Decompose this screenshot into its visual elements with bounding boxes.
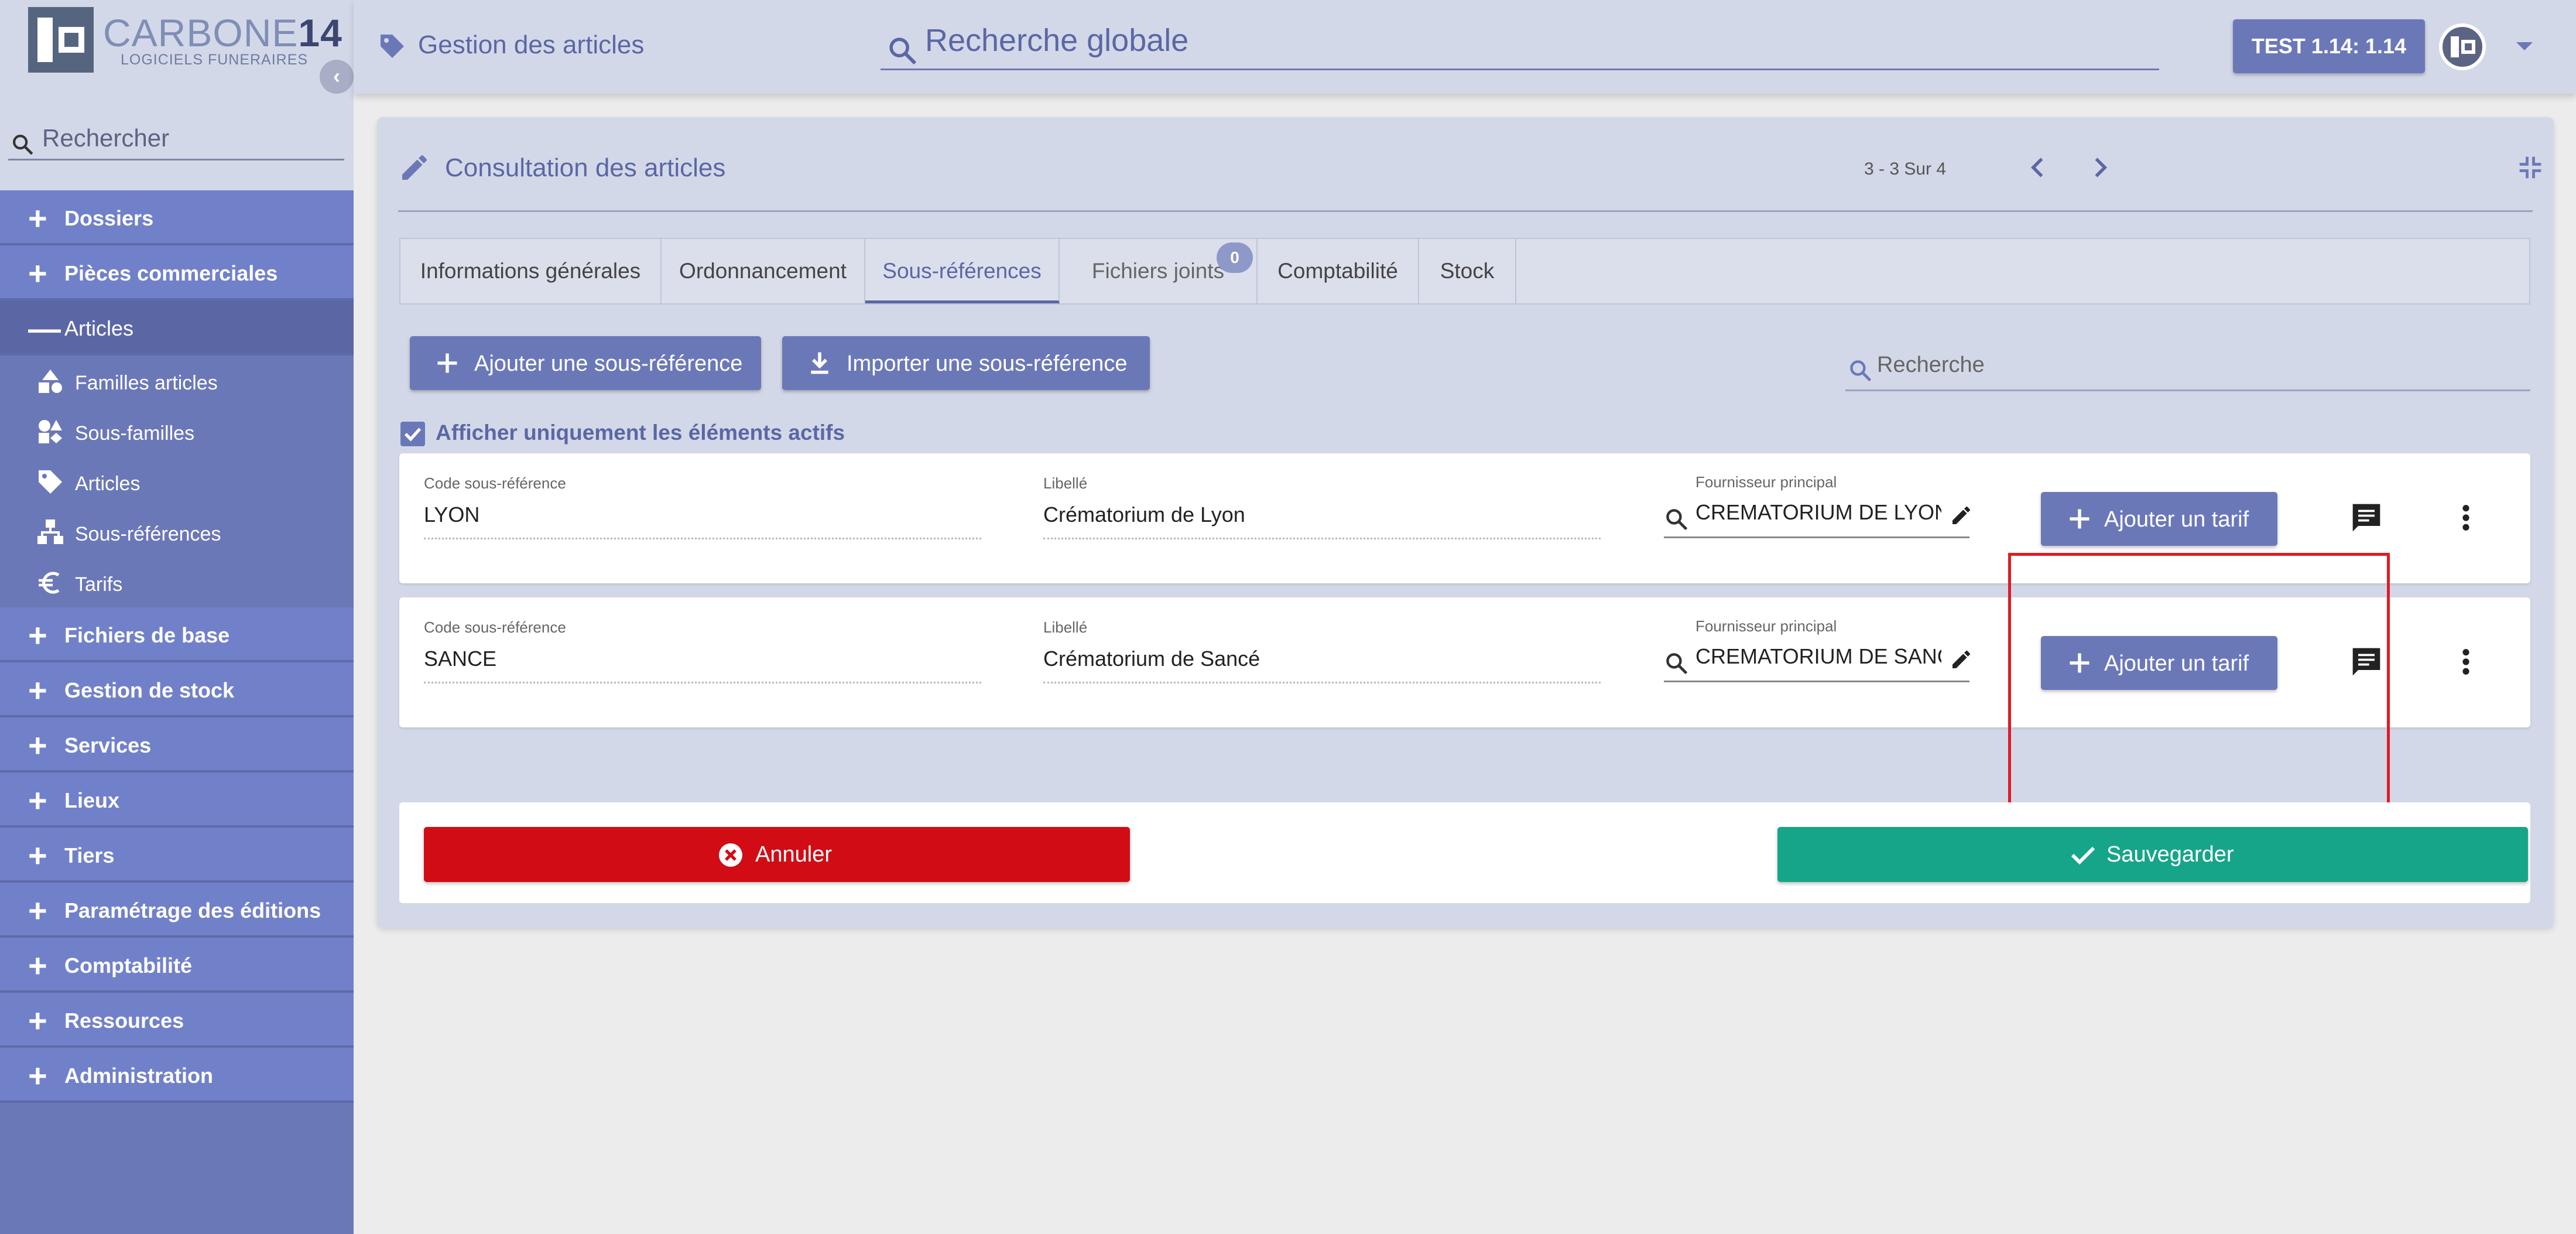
sidebar-item-administration[interactable]: + Administration: [0, 1048, 354, 1103]
sidebar-subitem-familles-articles[interactable]: Familles articles: [0, 355, 354, 406]
chevron-left-icon[interactable]: ‹: [320, 60, 354, 94]
logo-subtitle: LOGICIELS FUNERAIRES: [121, 52, 309, 68]
plus-icon: +: [28, 837, 47, 874]
avatar[interactable]: [2439, 23, 2486, 70]
search-icon: [1666, 653, 1688, 675]
tab-fichiers-joints[interactable]: Fichiers joints 0: [1060, 239, 1258, 303]
sidebar-item-comptabilite[interactable]: + Comptabilité: [0, 938, 354, 993]
plus-icon: +: [28, 1057, 47, 1094]
shapes-icon: [39, 370, 62, 393]
save-button[interactable]: Sauvegarder: [1777, 827, 2528, 882]
plus-icon: +: [28, 200, 47, 237]
supplier-field[interactable]: Fournisseur principal CREMATORIUM DE LYO…: [1664, 473, 1974, 543]
plus-icon: +: [28, 1002, 47, 1039]
search-icon: [13, 135, 33, 155]
tab-informations-generales[interactable]: Informations générales: [400, 239, 662, 303]
search-icon: [889, 37, 917, 65]
sidebar-subitem-articles[interactable]: Articles: [0, 456, 354, 507]
hierarchy-icon: [37, 519, 63, 544]
plus-icon: +: [28, 782, 47, 819]
search-icon: [1666, 509, 1688, 531]
logo-text: CARBONE14: [103, 11, 342, 54]
sidebar: CARBONE14 LOGICIELS FUNERAIRES ‹ Recherc…: [0, 0, 354, 1234]
tag-icon: [39, 470, 62, 494]
articles-card: Consultation des articles 3 - 3 Sur 4 In…: [377, 117, 2554, 928]
plus-icon: +: [28, 892, 47, 929]
chevron-right-icon[interactable]: [2087, 155, 2112, 180]
chevron-down-icon[interactable]: [2516, 42, 2533, 50]
plus-icon: +: [28, 617, 47, 654]
sidebar-item-pieces-commerciales[interactable]: + Pièces commerciales: [0, 245, 354, 300]
tab-comptabilite[interactable]: Comptabilité: [1258, 239, 1419, 303]
cancel-button[interactable]: Annuler: [424, 827, 1130, 882]
pencil-icon[interactable]: [1950, 504, 1973, 527]
search-icon: [1850, 360, 1872, 382]
add-tarif-button[interactable]: Ajouter un tarif: [2041, 492, 2277, 546]
sidebar-item-ressources[interactable]: + Ressources: [0, 993, 354, 1048]
import-subref-button[interactable]: Importer une sous-référence: [782, 336, 1150, 390]
sidebar-item-gestion-de-stock[interactable]: + Gestion de stock: [0, 662, 354, 717]
collapse-icon[interactable]: [2517, 155, 2543, 180]
minus-icon: —: [28, 310, 61, 347]
sidebar-search-input[interactable]: Rechercher: [8, 119, 344, 160]
subref-search-input[interactable]: Recherche: [1845, 340, 2530, 391]
shapes-icon: [39, 420, 62, 443]
comment-icon[interactable]: [2350, 501, 2383, 534]
active-only-checkbox[interactable]: [400, 422, 425, 446]
sidebar-item-services[interactable]: + Services: [0, 717, 354, 772]
tab-bar: Informations générales Ordonnancement So…: [399, 238, 2530, 305]
sidebar-item-lieux[interactable]: + Lieux: [0, 772, 354, 828]
logo-icon: [28, 7, 94, 73]
form-actions: Annuler Sauvegarder: [399, 802, 2530, 903]
sidebar-item-articles[interactable]: — Articles: [0, 300, 354, 355]
plus-icon: [2070, 509, 2089, 529]
plus-icon: +: [28, 255, 47, 292]
tab-stock[interactable]: Stock: [1419, 239, 1516, 303]
pencil-icon: [402, 155, 427, 180]
euro-icon: [39, 572, 60, 594]
check-icon: [404, 428, 422, 442]
topbar: Gestion des articles Recherche globale T…: [354, 0, 2576, 94]
download-icon: [811, 352, 828, 374]
logo-area: CARBONE14 LOGICIELS FUNERAIRES ‹: [0, 0, 354, 94]
pagination-info: 3 - 3 Sur 4: [1864, 159, 1947, 179]
sidebar-item-dossiers[interactable]: + Dossiers: [0, 190, 354, 245]
more-vertical-icon[interactable]: [2454, 501, 2478, 534]
close-circle-icon: [719, 843, 742, 867]
card-header: Consultation des articles 3 - 3 Sur 4: [398, 117, 2541, 212]
attachments-count-badge: 0: [1217, 242, 1253, 273]
environment-button[interactable]: TEST 1.14: 1.14: [2233, 19, 2425, 73]
check-icon: [2071, 846, 2095, 865]
sidebar-item-tiers[interactable]: + Tiers: [0, 828, 354, 883]
sidebar-search: Rechercher: [0, 94, 354, 190]
chevron-left-icon[interactable]: [2026, 155, 2051, 180]
sidebar-subitem-sous-familles[interactable]: Sous-familles: [0, 406, 354, 456]
tab-sous-references[interactable]: Sous-références: [865, 239, 1060, 303]
supplier-field[interactable]: Fournisseur principal CREMATORIUM DE SAN…: [1664, 617, 1974, 688]
more-vertical-icon[interactable]: [2454, 645, 2478, 678]
pencil-icon[interactable]: [1950, 648, 1973, 671]
plus-icon: [437, 353, 457, 373]
sidebar-subitem-tarifs[interactable]: Tarifs: [0, 557, 354, 607]
page-title: Gestion des articles: [378, 30, 644, 60]
sidebar-subitem-sous-references[interactable]: Sous-références: [0, 507, 354, 557]
plus-icon: +: [28, 947, 47, 984]
tab-ordonnancement[interactable]: Ordonnancement: [662, 239, 865, 303]
active-only-label: Afficher uniquement les éléments actifs: [436, 421, 845, 445]
sidebar-menu: + Dossiers + Pièces commerciales — Articles…: [0, 190, 354, 1103]
plus-icon: +: [28, 727, 47, 764]
tag-icon: [381, 35, 404, 59]
plus-icon: +: [28, 672, 47, 709]
global-search-input[interactable]: Recherche globale: [881, 16, 2159, 70]
add-subref-button[interactable]: Ajouter une sous-référence: [410, 336, 761, 390]
sidebar-item-fichiers-de-base[interactable]: + Fichiers de base: [0, 607, 354, 662]
sidebar-item-parametrage-des-editions[interactable]: + Paramétrage des éditions: [0, 883, 354, 938]
